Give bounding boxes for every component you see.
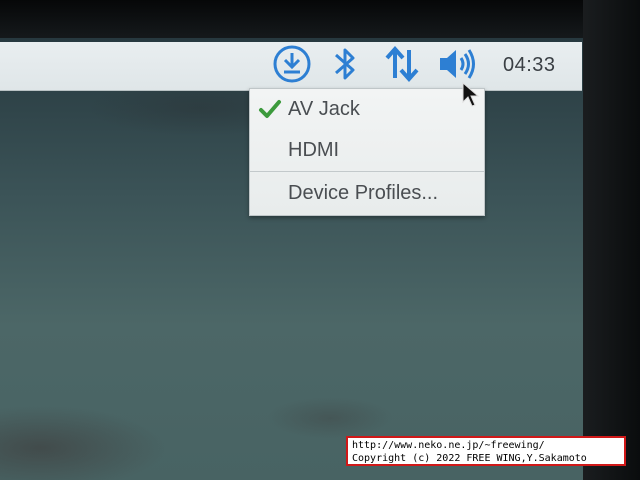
watermark-copyright: Copyright (c) 2022 FREE WING,Y.Sakamoto bbox=[352, 453, 587, 464]
menu-item-av-jack[interactable]: AV Jack bbox=[250, 89, 484, 129]
audio-output-menu: AV Jack HDMI Device Profiles... bbox=[249, 88, 485, 216]
bluetooth-icon[interactable] bbox=[330, 44, 360, 84]
volume-icon[interactable] bbox=[436, 44, 478, 84]
menu-item-device-profiles[interactable]: Device Profiles... bbox=[250, 173, 484, 213]
copyright-watermark: http://www.neko.ne.jp/~freewing/ Copyrig… bbox=[346, 436, 626, 466]
menu-separator bbox=[250, 171, 484, 172]
network-icon[interactable] bbox=[383, 44, 421, 84]
menu-item-label: Device Profiles... bbox=[288, 182, 439, 204]
menu-item-hdmi[interactable]: HDMI bbox=[250, 130, 484, 170]
monitor-bezel-top bbox=[0, 0, 640, 38]
download-icon[interactable] bbox=[270, 44, 314, 84]
mouse-cursor-icon bbox=[462, 81, 480, 113]
clock[interactable]: 04:33 bbox=[503, 54, 556, 77]
menu-item-label: HDMI bbox=[288, 139, 340, 161]
watermark-url: http://www.neko.ne.jp/~freewing/ bbox=[352, 440, 545, 451]
taskbar: 04:33 bbox=[0, 42, 582, 91]
monitor-bezel-right bbox=[583, 0, 640, 480]
photo-stage: 04:33 AV Jack HDMI Device Profiles... ht… bbox=[0, 0, 640, 480]
menu-item-label: AV Jack bbox=[288, 98, 360, 120]
checkmark-icon bbox=[258, 97, 282, 127]
